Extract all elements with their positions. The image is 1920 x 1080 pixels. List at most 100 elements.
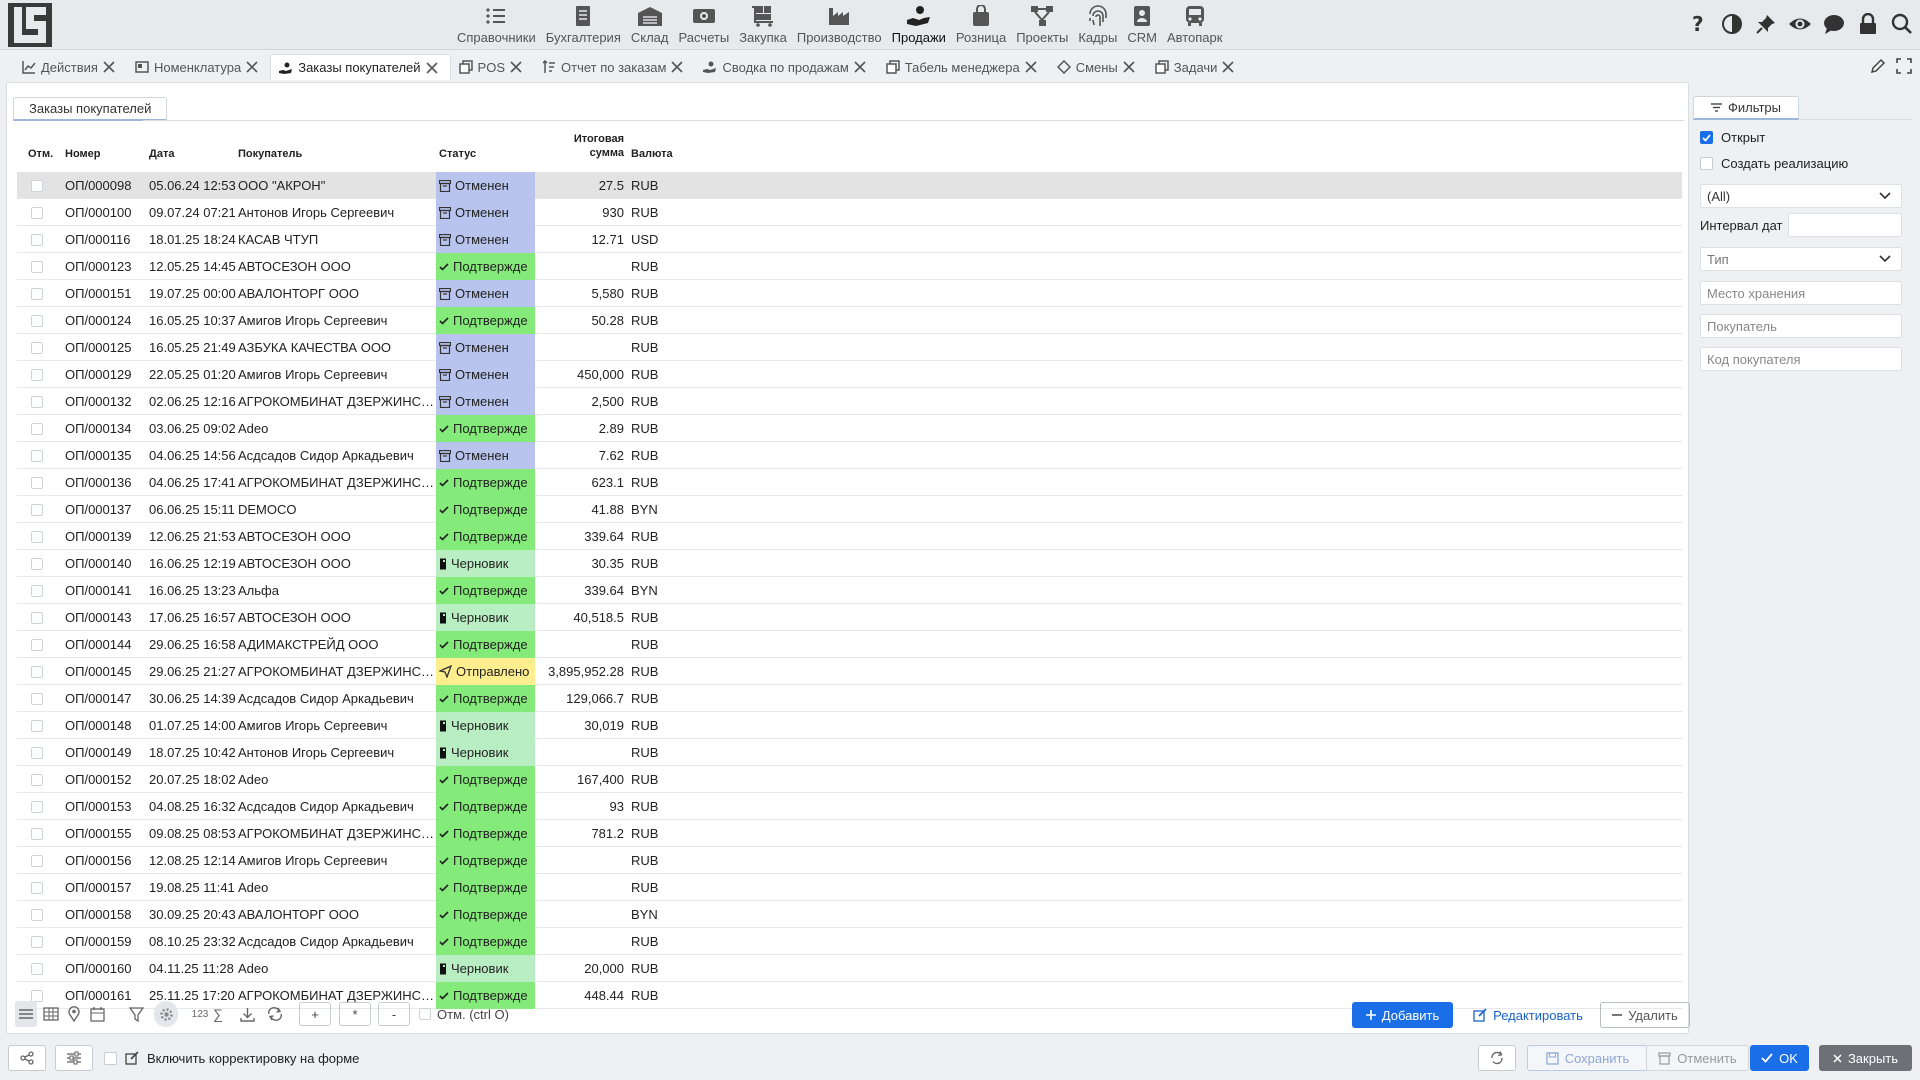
nav-production[interactable]: Производство xyxy=(792,2,887,48)
table-row[interactable]: ОП/000153 04.08.25 16:32 Асдсадов Сидор Ар… xyxy=(17,793,1682,820)
close-icon[interactable] xyxy=(510,61,522,73)
nav-accounting[interactable]: Бухгалтерия xyxy=(541,2,626,48)
table-row[interactable]: ОП/000124 16.05.25 10:37 Амигов Игорь Серг… xyxy=(17,307,1682,334)
row-checkbox[interactable] xyxy=(31,963,43,975)
lock-icon[interactable] xyxy=(1856,12,1880,36)
nav-purchase[interactable]: Закупка xyxy=(734,2,792,48)
row-checkbox[interactable] xyxy=(31,396,43,408)
add-row-button[interactable]: + xyxy=(299,1002,331,1026)
col-mark[interactable]: Отм. xyxy=(28,147,53,161)
row-checkbox[interactable] xyxy=(31,288,43,300)
close-icon[interactable] xyxy=(1123,61,1135,73)
row-checkbox[interactable] xyxy=(31,423,43,435)
nav-references[interactable]: Справочники xyxy=(452,2,541,48)
row-checkbox[interactable] xyxy=(31,342,43,354)
filter-all-select[interactable]: (All) xyxy=(1700,184,1902,208)
sum-toggle[interactable]: ∑ xyxy=(211,1001,225,1027)
table-row[interactable]: ОП/000123 12.05.25 14:45 АВТОСЕЗОН ООО Подт… xyxy=(17,253,1682,280)
table-row[interactable]: ОП/000139 12.06.25 21:53 АВТОСЕЗОН ООО Подт… xyxy=(17,523,1682,550)
app-logo[interactable] xyxy=(8,3,52,47)
row-checkbox[interactable] xyxy=(31,882,43,894)
table-row[interactable]: ОП/000132 02.06.25 12:16 АГРОКОМБИНАТ ДЗЕР… xyxy=(17,388,1682,415)
table-row[interactable]: ОП/000137 06.06.25 15:11 DEMOCO Подтвержде 4… xyxy=(17,496,1682,523)
row-checkbox[interactable] xyxy=(31,315,43,327)
table-row[interactable]: ОП/000159 08.10.25 23:32 Асдсадов Сидор Ар… xyxy=(17,928,1682,955)
chat-icon[interactable] xyxy=(1822,12,1846,36)
tab-orders-report[interactable]: Отчет по заказам xyxy=(534,54,695,80)
row-checkbox[interactable] xyxy=(31,936,43,948)
cancel-button[interactable]: Отменить xyxy=(1646,1045,1749,1071)
tab-actions[interactable]: Действия xyxy=(14,54,127,80)
pin-icon[interactable] xyxy=(1754,12,1778,36)
save-button[interactable]: Сохранить xyxy=(1527,1045,1648,1071)
row-checkbox[interactable] xyxy=(31,666,43,678)
filter-open-checkbox[interactable] xyxy=(1700,131,1713,144)
search-icon[interactable] xyxy=(1890,12,1914,36)
ok-button[interactable]: OK xyxy=(1750,1045,1809,1071)
form-correction-checkbox[interactable] xyxy=(104,1051,117,1065)
type-select[interactable]: Тип xyxy=(1700,247,1902,271)
tab-nomenclature[interactable]: Номенклатура xyxy=(127,54,270,80)
nav-retail[interactable]: Розница xyxy=(951,2,1011,48)
calendar-icon[interactable] xyxy=(86,1001,108,1027)
row-checkbox[interactable] xyxy=(31,909,43,921)
col-number[interactable]: Номер xyxy=(65,147,101,161)
table-row[interactable]: ОП/000136 04.06.25 17:41 АГРОКОМБИНАТ ДЗЕР… xyxy=(17,469,1682,496)
number-format-toggle[interactable]: 123 xyxy=(189,1001,211,1027)
tab-sales-summary[interactable]: Сводка по продажам xyxy=(695,54,877,80)
inner-tab-orders[interactable]: Заказы покупателей xyxy=(13,97,168,121)
row-checkbox[interactable] xyxy=(31,234,43,246)
nav-hr[interactable]: Кадры xyxy=(1073,2,1122,48)
nav-sales[interactable]: Продажи xyxy=(887,2,951,48)
filters-tab[interactable]: Фильтры xyxy=(1693,96,1799,120)
nav-fleet[interactable]: Автопарк xyxy=(1162,2,1228,48)
table-row[interactable]: ОП/000155 09.08.25 08:53 АГРОКОМБИНАТ ДЗЕР… xyxy=(17,820,1682,847)
table-row[interactable]: ОП/000149 18.07.25 10:42 Антонов Игорь Сер… xyxy=(17,739,1682,766)
row-checkbox[interactable] xyxy=(31,531,43,543)
download-icon[interactable] xyxy=(236,1001,258,1027)
add-button[interactable]: Добавить xyxy=(1352,1002,1453,1028)
col-date[interactable]: Дата xyxy=(149,147,174,161)
buyer-code-input[interactable]: Код покупателя xyxy=(1700,347,1902,371)
nav-payments[interactable]: Расчеты xyxy=(673,2,734,48)
filter-create-sale-checkbox[interactable] xyxy=(1700,157,1713,170)
close-icon[interactable] xyxy=(246,61,258,73)
row-checkbox[interactable] xyxy=(31,639,43,651)
help-icon[interactable]: ? xyxy=(1686,12,1710,36)
nav-warehouse[interactable]: Склад xyxy=(626,2,674,48)
settings-sliders-icon[interactable] xyxy=(55,1045,93,1071)
share-icon[interactable] xyxy=(8,1045,46,1071)
table-row[interactable]: ОП/000100 09.07.24 07:21 Антонов Игорь Сер… xyxy=(17,199,1682,226)
form-correction-toggle[interactable]: Включить корректировку на форме xyxy=(104,1045,359,1071)
tab-manager-timesheet[interactable]: Табель менеджера xyxy=(878,54,1049,80)
row-checkbox[interactable] xyxy=(31,612,43,624)
tab-shifts[interactable]: Смены xyxy=(1049,54,1147,80)
mark-checkbox[interactable] xyxy=(419,1008,431,1020)
date-interval-input[interactable] xyxy=(1788,213,1902,237)
table-row[interactable]: ОП/000143 17.06.25 16:57 АВТОСЕЗОН ООО Черн… xyxy=(17,604,1682,631)
table-row[interactable]: ОП/000098 05.06.24 12:53 ООО "АКРОН" Отмене… xyxy=(17,172,1682,199)
tab-pos[interactable]: POS xyxy=(451,54,534,80)
row-checkbox[interactable] xyxy=(31,504,43,516)
row-checkbox[interactable] xyxy=(31,261,43,273)
close-icon[interactable] xyxy=(1025,61,1037,73)
close-icon[interactable] xyxy=(1222,61,1235,73)
nav-crm[interactable]: CRM xyxy=(1122,2,1162,48)
nav-projects[interactable]: Проекты xyxy=(1011,2,1073,48)
row-checkbox[interactable] xyxy=(31,180,43,192)
refresh-icon[interactable] xyxy=(1478,1045,1516,1071)
row-checkbox[interactable] xyxy=(31,855,43,867)
row-checkbox[interactable] xyxy=(31,450,43,462)
tab-customer-orders[interactable]: Заказы покупателей xyxy=(270,54,451,80)
delete-button[interactable]: Удалить xyxy=(1600,1002,1690,1028)
table-row[interactable]: ОП/000152 20.07.25 18:02 Adeo Подтвержде 167… xyxy=(17,766,1682,793)
table-row[interactable]: ОП/000157 19.08.25 11:41 Adeo Подтвержде RUB xyxy=(17,874,1682,901)
close-icon[interactable] xyxy=(425,61,438,74)
close-icon[interactable] xyxy=(854,61,866,73)
col-buyer[interactable]: Покупатель xyxy=(238,147,302,161)
row-checkbox[interactable] xyxy=(31,369,43,381)
filter-open[interactable]: Открыт xyxy=(1700,130,1765,145)
close-icon[interactable] xyxy=(103,61,115,73)
row-checkbox[interactable] xyxy=(31,585,43,597)
table-row[interactable]: ОП/000160 04.11.25 11:28 Adeo Черновик 20,00… xyxy=(17,955,1682,982)
